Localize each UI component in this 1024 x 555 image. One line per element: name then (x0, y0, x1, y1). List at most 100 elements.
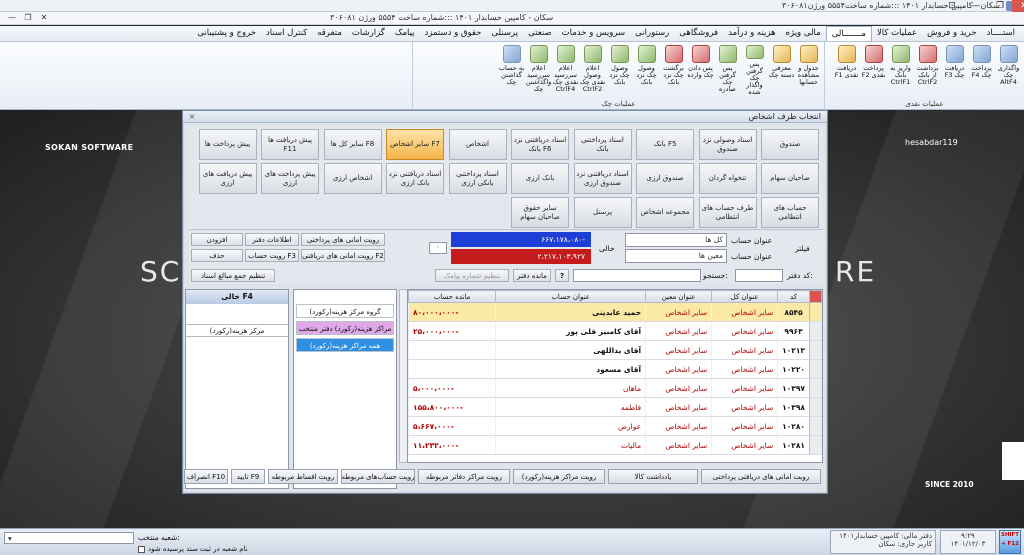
restore-icon[interactable]: ⊡ (940, 0, 964, 12)
table-row[interactable]: ۹۹۶۳ سایر اشخاص سایر اشخاص آقای کامبیز فلی … (408, 321, 822, 341)
search-input[interactable] (573, 269, 701, 282)
amounts-setting-button[interactable]: تنظیم جمع مبالغ اسناد (191, 269, 275, 282)
person-type-button[interactable]: پیش پرداخت های ارزی (261, 163, 319, 194)
pay-certificates-button[interactable]: رویت امانی های پرداختی (301, 233, 385, 246)
menu-item[interactable]: استــــاد (982, 26, 1020, 41)
person-type-button[interactable]: سایر کل ها F8 (323, 129, 382, 160)
ribbon-button[interactable]: برداشت از بانک CtrlF2 (914, 44, 941, 96)
col-code[interactable]: کد (777, 290, 810, 303)
table-row[interactable]: ۱۰۲۸۰ سایر اشخاص سایر اشخاص عوارض ۵،۶۶۷،۰۰۰- (408, 416, 822, 436)
ribbon-button[interactable]: جدول و مشاهده حسابها (795, 44, 822, 96)
dialog-action-button[interactable]: رویت حساب‌های مربوطه (341, 469, 415, 484)
table-row[interactable]: ۱۰۲۲۰ سایر اشخاص سایر اشخاص آقای مسعود (408, 359, 822, 379)
sms-setting-button[interactable]: تنظیم شماره پیامک (435, 269, 509, 282)
dialog-action-button[interactable]: تایید F9 (231, 469, 265, 484)
dialog-action-button[interactable]: یادداشت کالا (608, 469, 698, 484)
code-field[interactable] (735, 269, 783, 282)
menu-item[interactable]: خرید و فروش (922, 26, 982, 41)
table-row[interactable]: ۱۰۳۹۸ سایر اشخاص سایر اشخاص فاطمه ۱۵۵،۸۰۰،۰۰… (408, 397, 822, 417)
person-type-button[interactable]: صندوق (761, 129, 819, 160)
person-type-button[interactable]: بانک ارزی (511, 163, 569, 194)
person-type-button[interactable]: اسناد وصولی نزد صندوق (698, 129, 757, 160)
cost-center-header[interactable]: خالی F4 (186, 290, 288, 304)
dialog-action-button[interactable]: انصراف F10 (184, 469, 228, 484)
person-type-button[interactable]: پیش دریافت های ارزی (198, 163, 257, 194)
cost-center-all-option[interactable]: همه مراکز هزینه(رکورد) (296, 338, 394, 352)
inner-maximize-button[interactable]: ❐ (20, 13, 36, 24)
person-type-button[interactable]: صاحبان سهام (761, 163, 819, 194)
ribbon-button[interactable]: برگشت چک نزد بانک (660, 44, 687, 96)
menu-item[interactable]: سرویس و خدمات (557, 26, 631, 41)
ribbon-button[interactable]: وصول چک نزد بانک (606, 44, 633, 96)
cost-center-selected-option[interactable]: مراکز هزینه(رکورد) دفتر منتخب (296, 321, 394, 335)
ribbon-button[interactable]: دریافت نقدی F1 (833, 44, 860, 96)
person-type-button[interactable]: بانک F5 (636, 129, 694, 160)
close-button[interactable]: ✕ (1012, 0, 1024, 12)
person-type-button[interactable]: اسناد پرداختنی بانکی ارزی (448, 163, 507, 194)
person-type-button[interactable]: اشخاص ارزی (323, 163, 382, 194)
menu-item[interactable]: رستورانی (630, 26, 674, 41)
table-row[interactable]: ۱۰۲۱۳ سایر اشخاص سایر اشخاص آقای یداللهی (408, 340, 822, 360)
inner-minimize-button[interactable]: — (4, 13, 20, 24)
ribbon-button[interactable]: پس گرفتن چک صادره (714, 44, 741, 96)
cost-center-group-option[interactable]: گروه مرکز هزینه(رکورد) (296, 304, 394, 318)
col-title[interactable]: عنوان حساب (495, 290, 647, 303)
branch-select[interactable]: ▾ (4, 532, 134, 544)
ribbon-button[interactable]: وصول چک نزد بانک (633, 44, 660, 96)
person-type-button[interactable]: اسناد پرداختنی بانک (573, 129, 632, 160)
inner-close-button[interactable]: ✕ (36, 13, 52, 24)
table-row[interactable]: ۱۰۳۹۷ سایر اشخاص سایر اشخاص ماهان ۵،۰۰۰،۰۰۰- (408, 378, 822, 398)
menu-item[interactable]: گزارشات (347, 26, 390, 41)
kol-filter-field[interactable]: کل ها (625, 233, 727, 247)
ribbon-button[interactable]: اعلام سررسید واگذاشتن چک (525, 44, 552, 96)
dialog-action-button[interactable]: رویت مراکز هزینه(رکورد) (513, 469, 605, 484)
dialog-close-icon[interactable]: × (186, 112, 198, 122)
person-type-button[interactable]: طرف حساب های انتظامی (698, 197, 757, 228)
person-type-button[interactable]: پرسنل (573, 197, 632, 228)
shift-f12-button[interactable]: SHIFT + F12 (999, 530, 1021, 554)
person-type-button[interactable]: تنخواه گردان (698, 163, 757, 194)
minimize-button[interactable]: — (964, 0, 988, 12)
dialog-action-button[interactable]: رویت مراکز دفاتر مربوطه (418, 469, 510, 484)
ribbon-button[interactable]: پرداخت نقدی F2 (860, 44, 887, 96)
moin-filter-field[interactable]: معین ها (625, 249, 727, 263)
menu-item[interactable]: پیامک (390, 26, 420, 41)
menu-item[interactable]: مالی ویژه (781, 26, 826, 41)
menu-item[interactable]: حقوق و دستمزد (420, 26, 487, 41)
ribbon-button[interactable]: معرفی دسته چک (768, 44, 795, 96)
menu-item[interactable]: صنعتی (523, 26, 557, 41)
person-type-button[interactable]: پیش پرداخت ها (198, 129, 257, 160)
branch-checkbox[interactable] (138, 546, 145, 553)
person-type-button[interactable]: اسناد دریافتنی نزد بانک ارزی (386, 163, 444, 194)
menu-item[interactable]: فروشگاهی (674, 26, 723, 41)
menu-item[interactable]: پرسنلی (486, 26, 523, 41)
menu-item[interactable]: متفرقه (312, 26, 347, 41)
add-button[interactable]: افزودن (191, 233, 243, 246)
notebook-info-button[interactable]: اطلاعات دفتر (245, 233, 299, 246)
menu-item[interactable]: کنترل اسناد (261, 26, 312, 41)
ribbon-button[interactable]: پس دادن چک وارده (687, 44, 714, 96)
col-balance[interactable]: مانده حساب (408, 290, 497, 303)
ribbon-button[interactable]: واریز به بانک CtrlF1 (887, 44, 914, 96)
person-type-button[interactable]: سایر اشخاص F7 (386, 129, 444, 160)
recv-certificates-button[interactable]: رویت امانی های دریافتی F2 (301, 249, 385, 262)
ribbon-button[interactable]: اعلام سررسید نقدی چک CtrlF4 (552, 44, 579, 96)
notebook-balance-button[interactable]: مانده دفتر (513, 269, 551, 282)
person-type-button[interactable]: سایر حقوق صاحبان سهام (511, 197, 569, 228)
person-type-button[interactable]: حساب های انتظامی (761, 197, 819, 228)
person-type-button[interactable]: اسناد دریافتنی نزد بانک F6 (511, 129, 569, 160)
col-moin[interactable]: عنوان معین (645, 290, 713, 303)
person-type-button[interactable]: اشخاص (448, 129, 507, 160)
person-type-button[interactable]: صندوق ارزی (636, 163, 694, 194)
ribbon-button[interactable]: پس گرفتن چک واگذار شده (741, 44, 768, 96)
table-row[interactable]: ۸۵۴۵ سایر اشخاص سایر اشخاص حمید عابدینی ۸۰،۰… (408, 302, 822, 322)
menu-item[interactable]: عملیات کالا (872, 26, 922, 41)
col-kol[interactable]: عنوان کل (711, 290, 779, 303)
delete-button[interactable]: حذف (191, 249, 243, 262)
person-type-button[interactable]: اسناد دریافتنی نزد صندوق ارزی (573, 163, 632, 194)
ribbon-button[interactable]: پرداخت چک F4 (968, 44, 995, 96)
ribbon-button[interactable]: اعلام وصول نقدی چک CtrlF2 (579, 44, 606, 96)
ribbon-button[interactable]: به حساب گذاشتن چک (498, 44, 525, 96)
dialog-action-button[interactable]: رویت امانی های دریافتی پرداختی (701, 469, 821, 484)
person-type-button[interactable]: پیش دریافت ها F11 (261, 129, 319, 160)
